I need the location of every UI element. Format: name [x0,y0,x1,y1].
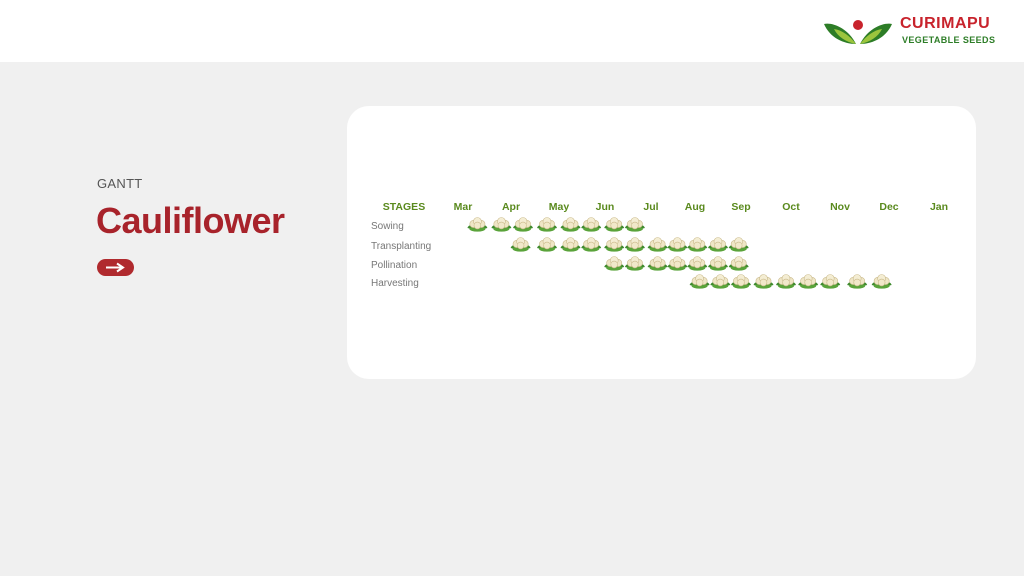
stage-label-harvesting: Harvesting [371,278,419,289]
month-label-jul: Jul [643,201,658,213]
cauliflower-icon [753,274,774,289]
brand-logo: CURIMAPU VEGETABLE SEEDS [822,14,996,48]
month-label-dec: Dec [879,201,898,213]
cauliflower-icon [510,237,531,252]
cauliflower-icon [537,217,557,232]
month-label-mar: Mar [454,201,473,213]
arrow-right-icon [106,262,125,273]
month-label-jun: Jun [596,201,615,213]
gantt-chart: STAGES Mar Apr May Jun Jul Aug Sep Oct Nov Dec Jan S… [371,201,948,289]
cauliflower-icon [604,237,625,252]
cauliflower-icon [537,237,557,252]
month-label-oct: Oct [782,201,800,213]
section-eyebrow: GANTT [97,176,143,191]
cauliflower-icon [604,217,625,232]
page-title: Cauliflower [96,200,285,241]
cauliflower-icon [624,217,645,232]
cauliflower-icon [798,274,819,289]
stage-header-label: STAGES [383,201,425,213]
stage-label-sowing: Sowing [371,221,404,232]
cauliflower-icon [560,217,581,232]
cauliflower-icon [604,256,625,271]
cauliflower-icon [491,217,512,232]
cauliflower-icon [708,256,728,271]
cauliflower-icon [647,237,668,252]
month-label-jan: Jan [930,201,948,213]
cauliflower-icon [624,237,645,252]
cauliflower-icon [467,217,488,232]
month-label-may: May [549,201,570,213]
leaf-logo-icon [824,20,892,44]
month-label-sep: Sep [731,201,750,213]
brand-tagline: VEGETABLE SEEDS [902,35,996,45]
cauliflower-icon [687,237,708,252]
cauliflower-icon [581,237,602,252]
cauliflower-icon [776,274,796,289]
top-bar: CURIMAPU VEGETABLE SEEDS [0,0,1024,62]
cauliflower-icon [624,256,645,271]
brand-name: CURIMAPU [900,15,991,32]
cauliflower-icon [689,274,710,289]
month-label-apr: Apr [502,201,520,213]
cauliflower-icon [731,274,751,289]
cauliflower-icon [667,237,688,252]
next-button[interactable] [97,259,134,276]
cauliflower-icon [647,256,668,271]
cauliflower-icon [871,274,892,289]
cauliflower-icon [728,237,749,252]
cauliflower-icon [710,274,731,289]
cauliflower-icon [687,256,708,271]
cauliflower-icon [560,237,581,252]
cauliflower-icon [847,274,868,289]
month-label-nov: Nov [830,201,850,213]
stage-label-pollination: Pollination [371,260,417,271]
cauliflower-icon [581,217,602,232]
cauliflower-icon [728,256,749,271]
cauliflower-icon [513,217,533,232]
month-label-aug: Aug [685,201,705,213]
slide: CURIMAPU VEGETABLE SEEDS GANTT Cauliflow… [0,0,1024,576]
gantt-card: STAGES Mar Apr May Jun Jul Aug Sep Oct Nov Dec Jan S… [347,106,976,379]
cauliflower-icon [820,274,841,289]
cauliflower-icon [708,237,728,252]
stage-label-transplanting: Transplanting [371,241,431,252]
cauliflower-icon [667,256,688,271]
